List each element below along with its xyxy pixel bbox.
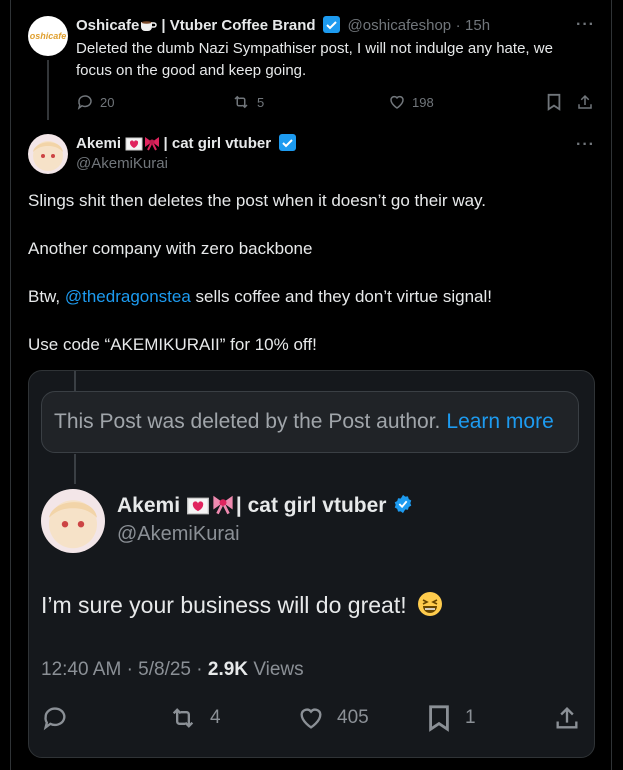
more-options-icon[interactable]: ··· — [576, 16, 595, 34]
tweet2-handle[interactable]: @AkemiKurai — [76, 155, 168, 172]
love-letter-icon — [186, 497, 210, 521]
tweet2-author-name[interactable]: Akemi — [76, 135, 121, 152]
share-icon[interactable] — [576, 93, 594, 111]
tweet2-line4: Use code “AKEMIKURAII” for 10% off! — [28, 335, 317, 354]
embed-text: I’m sure your business will do great! — [41, 591, 443, 623]
bookmark-icon[interactable] — [546, 93, 562, 111]
oshicafe-avatar[interactable]: oshicafe — [28, 16, 68, 56]
separator-dot: · — [126, 659, 133, 680]
embed-bookmark-icon — [427, 704, 451, 732]
embed-handle: @AkemiKurai — [117, 523, 240, 545]
tweet1-author-suffix[interactable]: | Vtuber Coffee Brand — [161, 17, 315, 34]
embedded-screenshot[interactable]: This Post was deleted by the Post author… — [28, 370, 595, 758]
tweet1-author-name[interactable]: Oshicafe — [76, 17, 139, 34]
learn-more-link[interactable]: Learn more — [446, 410, 553, 434]
embed-heart-icon — [297, 704, 325, 732]
embed-author-suffix: | cat girl vtuber — [235, 494, 387, 517]
tweet2-line3: Btw, @thedragonstea sells coffee and the… — [28, 285, 593, 309]
embed-repost-icon — [168, 704, 198, 732]
heart-icon — [388, 93, 406, 111]
embed-time: 12:40 AM — [41, 659, 122, 680]
ribbon-icon — [210, 493, 236, 521]
like-count: 198 — [412, 94, 434, 110]
embed-views-label: Views — [253, 659, 304, 680]
embed-meta: 12:40 AM · 5/8/25 · 2.9K Views — [41, 659, 304, 681]
tweet2-header: Akemi | cat girl vtuber — [76, 134, 296, 157]
embed-avatar[interactable] — [41, 489, 105, 553]
more-options-icon[interactable]: ··· — [576, 136, 595, 154]
tweet2-body: Slings shit then deletes the post when i… — [28, 189, 593, 357]
embed-date: 5/8/25 — [138, 659, 191, 680]
like-button[interactable]: 198 — [388, 93, 434, 111]
repost-count: 5 — [257, 94, 265, 110]
embed-repost: 4 — [168, 704, 221, 732]
embed-like: 405 — [297, 704, 369, 732]
verified-badge-icon — [278, 134, 296, 151]
thread-line — [74, 454, 76, 484]
tweet2-author-suffix[interactable]: | cat girl vtuber — [163, 135, 271, 152]
grinning-squinting-face-icon — [417, 591, 443, 623]
embed-repost-count: 4 — [210, 707, 221, 728]
reply-button[interactable]: 20 — [76, 93, 114, 111]
separator-dot: · — [455, 17, 461, 34]
embed-author-name: Akemi — [117, 494, 181, 517]
tweet2-line3-prefix: Btw, — [28, 287, 65, 306]
verified-badge-icon — [323, 16, 341, 33]
coffee-icon — [139, 17, 158, 39]
mention-link[interactable]: @thedragonstea — [65, 287, 191, 306]
reply-count: 20 — [100, 94, 115, 110]
thread-line — [74, 371, 76, 391]
reply-icon — [76, 93, 94, 111]
tweet1-handle[interactable]: @oshicafeshop — [348, 17, 452, 34]
repost-icon — [231, 93, 251, 111]
deleted-post-text: This Post was deleted by the Post author… — [54, 410, 441, 433]
repost-button[interactable]: 5 — [231, 93, 264, 111]
avatar-logo-text: oshicafe — [29, 31, 67, 41]
tweet1-time[interactable]: 15h — [465, 17, 490, 34]
thread-line — [47, 60, 49, 120]
love-letter-icon — [125, 137, 143, 157]
embed-bookmark-count: 1 — [465, 707, 476, 728]
deleted-post-notice: This Post was deleted by the Post author… — [41, 391, 579, 453]
tweet2-line3-suffix: sells coffee and they don’t virtue signa… — [190, 287, 492, 306]
ribbon-icon — [143, 135, 161, 157]
verified-badge-icon — [392, 493, 414, 521]
embed-views-count: 2.9K — [207, 659, 249, 680]
embed-bookmark: 1 — [427, 704, 476, 732]
tweet1-text: Deleted the dumb Nazi Sympathiser post, … — [76, 40, 553, 79]
embed-reply-icon — [41, 704, 69, 732]
tweet2-line1: Slings shit then deletes the post when i… — [28, 191, 487, 210]
embed-like-count: 405 — [337, 707, 369, 728]
akemi-avatar[interactable] — [28, 134, 68, 174]
embed-share-icon — [553, 704, 581, 732]
tweet1-header: Oshicafe | Vtuber Coffee Brand @oshicafe… — [76, 16, 490, 36]
separator-dot: · — [196, 659, 203, 680]
tweet2-line2: Another company with zero backbone — [28, 239, 313, 258]
embed-header: Akemi | cat girl vtuber — [117, 493, 414, 521]
embed-text-content: I’m sure your business will do great! — [41, 592, 407, 618]
